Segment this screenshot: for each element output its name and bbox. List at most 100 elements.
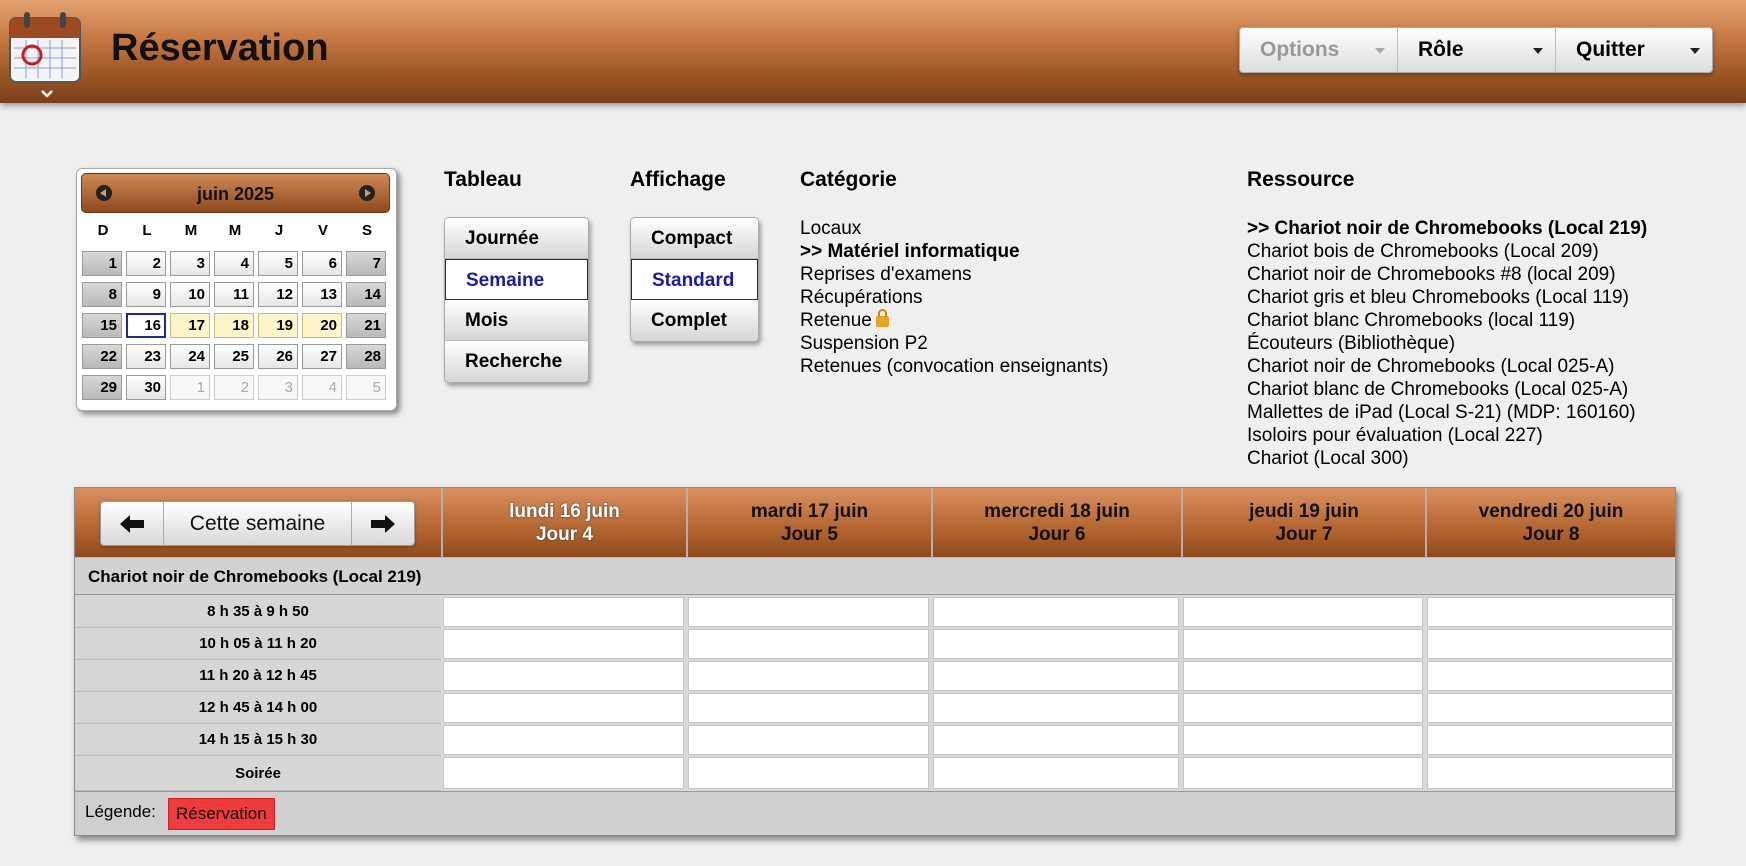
booking-slot[interactable] [933,757,1179,789]
day-header[interactable]: mercredi 18 juin Jour 6 [931,488,1181,557]
day-header[interactable]: jeudi 19 juin Jour 7 [1181,488,1425,557]
booking-slot[interactable] [1183,725,1423,755]
chevron-down-icon[interactable] [40,86,54,98]
calendar-day[interactable]: 24 [170,344,210,369]
calendar-app-icon[interactable] [8,10,82,84]
resource-item[interactable]: Isoloirs pour évaluation (Local 227) [1247,424,1647,447]
booking-slot[interactable] [443,629,684,659]
calendar-day[interactable]: 22 [82,344,122,369]
calendar-day-selected-week[interactable]: 19 [258,313,298,338]
resource-item[interactable]: Chariot gris et bleu Chromebooks (Local … [1247,286,1647,309]
calendar-day-today[interactable]: 16 [126,313,166,338]
calendar-day[interactable]: 11 [214,282,254,307]
resource-item[interactable]: Chariot noir de Chromebooks #8 (local 20… [1247,263,1647,286]
booking-slot[interactable] [1427,661,1673,691]
booking-slot[interactable] [1183,757,1423,789]
category-item[interactable]: Reprises d'examens [800,263,1108,286]
calendar-day[interactable]: 3 [170,251,210,276]
resource-item[interactable]: Chariot bois de Chromebooks (Local 209) [1247,240,1647,263]
booking-slot[interactable] [1183,661,1423,691]
resource-item-current[interactable]: >> Chariot noir de Chromebooks (Local 21… [1247,217,1647,240]
options-menu-button[interactable]: Options [1240,28,1398,72]
display-standard-button[interactable]: Standard [631,259,758,300]
view-month-button[interactable]: Mois [445,300,588,341]
calendar-day-other-month[interactable]: 3 [258,375,298,400]
view-week-button[interactable]: Semaine [445,259,588,300]
calendar-day[interactable]: 26 [258,344,298,369]
resource-item[interactable]: Chariot blanc de Chromebooks (Local 025-… [1247,378,1647,401]
booking-slot[interactable] [688,757,929,789]
booking-slot[interactable] [688,629,929,659]
calendar-day[interactable]: 27 [302,344,342,369]
booking-slot[interactable] [933,629,1179,659]
calendar-day[interactable]: 7 [346,251,386,276]
category-item-locked[interactable]: Retenue [800,309,1108,332]
next-week-button[interactable] [351,502,414,545]
calendar-day[interactable]: 25 [214,344,254,369]
calendar-day[interactable]: 15 [82,313,122,338]
booking-slot[interactable] [933,725,1179,755]
resource-item[interactable]: Écouteurs (Bibliothèque) [1247,332,1647,355]
calendar-day-selected-week[interactable]: 18 [214,313,254,338]
role-menu-button[interactable]: Rôle [1398,28,1556,72]
resource-item[interactable]: Chariot noir de Chromebooks (Local 025-A… [1247,355,1647,378]
category-item[interactable]: Retenues (convocation enseignants) [800,355,1108,378]
booking-slot[interactable] [1183,629,1423,659]
booking-slot[interactable] [688,597,929,627]
booking-slot[interactable] [443,693,684,723]
calendar-day-selected-week[interactable]: 20 [302,313,342,338]
calendar-day[interactable]: 9 [126,282,166,307]
calendar-day[interactable]: 6 [302,251,342,276]
resource-item[interactable]: Chariot (Local 300) [1247,447,1647,470]
calendar-day[interactable]: 8 [82,282,122,307]
calendar-day[interactable]: 10 [170,282,210,307]
booking-slot[interactable] [1427,629,1673,659]
category-item[interactable]: Suspension P2 [800,332,1108,355]
view-day-button[interactable]: Journée [445,218,588,259]
booking-slot[interactable] [1427,757,1673,789]
calendar-day-other-month[interactable]: 5 [346,375,386,400]
booking-slot[interactable] [443,597,684,627]
calendar-day[interactable]: 1 [82,251,122,276]
booking-slot[interactable] [688,725,929,755]
booking-slot[interactable] [688,693,929,723]
display-full-button[interactable]: Complet [631,300,758,341]
booking-slot[interactable] [933,661,1179,691]
booking-slot[interactable] [443,757,684,789]
category-item[interactable]: Locaux [800,217,1108,240]
resource-item[interactable]: Chariot blanc Chromebooks (local 119) [1247,309,1647,332]
view-search-button[interactable]: Recherche [445,341,588,382]
booking-slot[interactable] [443,661,684,691]
booking-slot[interactable] [443,725,684,755]
calendar-day[interactable]: 2 [126,251,166,276]
calendar-day[interactable]: 28 [346,344,386,369]
quit-menu-button[interactable]: Quitter [1556,28,1712,72]
calendar-day[interactable]: 5 [258,251,298,276]
calendar-day[interactable]: 4 [214,251,254,276]
next-month-icon[interactable] [359,185,375,201]
prev-week-button[interactable] [101,502,164,545]
booking-slot[interactable] [1183,693,1423,723]
calendar-day[interactable]: 29 [82,375,122,400]
booking-slot[interactable] [1183,597,1423,627]
day-header-today[interactable]: lundi 16 juin Jour 4 [441,488,686,557]
calendar-day-selected-week[interactable]: 17 [170,313,210,338]
booking-slot[interactable] [688,661,929,691]
booking-slot[interactable] [1427,725,1673,755]
calendar-day[interactable]: 23 [126,344,166,369]
resource-item[interactable]: Mallettes de iPad (Local S-21) (MDP: 160… [1247,401,1647,424]
calendar-day[interactable]: 21 [346,313,386,338]
calendar-day[interactable]: 14 [346,282,386,307]
booking-slot[interactable] [933,693,1179,723]
this-week-button[interactable]: Cette semaine [164,502,351,545]
day-header[interactable]: mardi 17 juin Jour 5 [686,488,931,557]
calendar-day-other-month[interactable]: 4 [302,375,342,400]
calendar-day[interactable]: 13 [302,282,342,307]
category-item-current[interactable]: >> Matériel informatique [800,240,1108,263]
display-compact-button[interactable]: Compact [631,218,758,259]
booking-slot[interactable] [933,597,1179,627]
booking-slot[interactable] [1427,597,1673,627]
calendar-day[interactable]: 30 [126,375,166,400]
calendar-day-other-month[interactable]: 1 [170,375,210,400]
calendar-day[interactable]: 12 [258,282,298,307]
